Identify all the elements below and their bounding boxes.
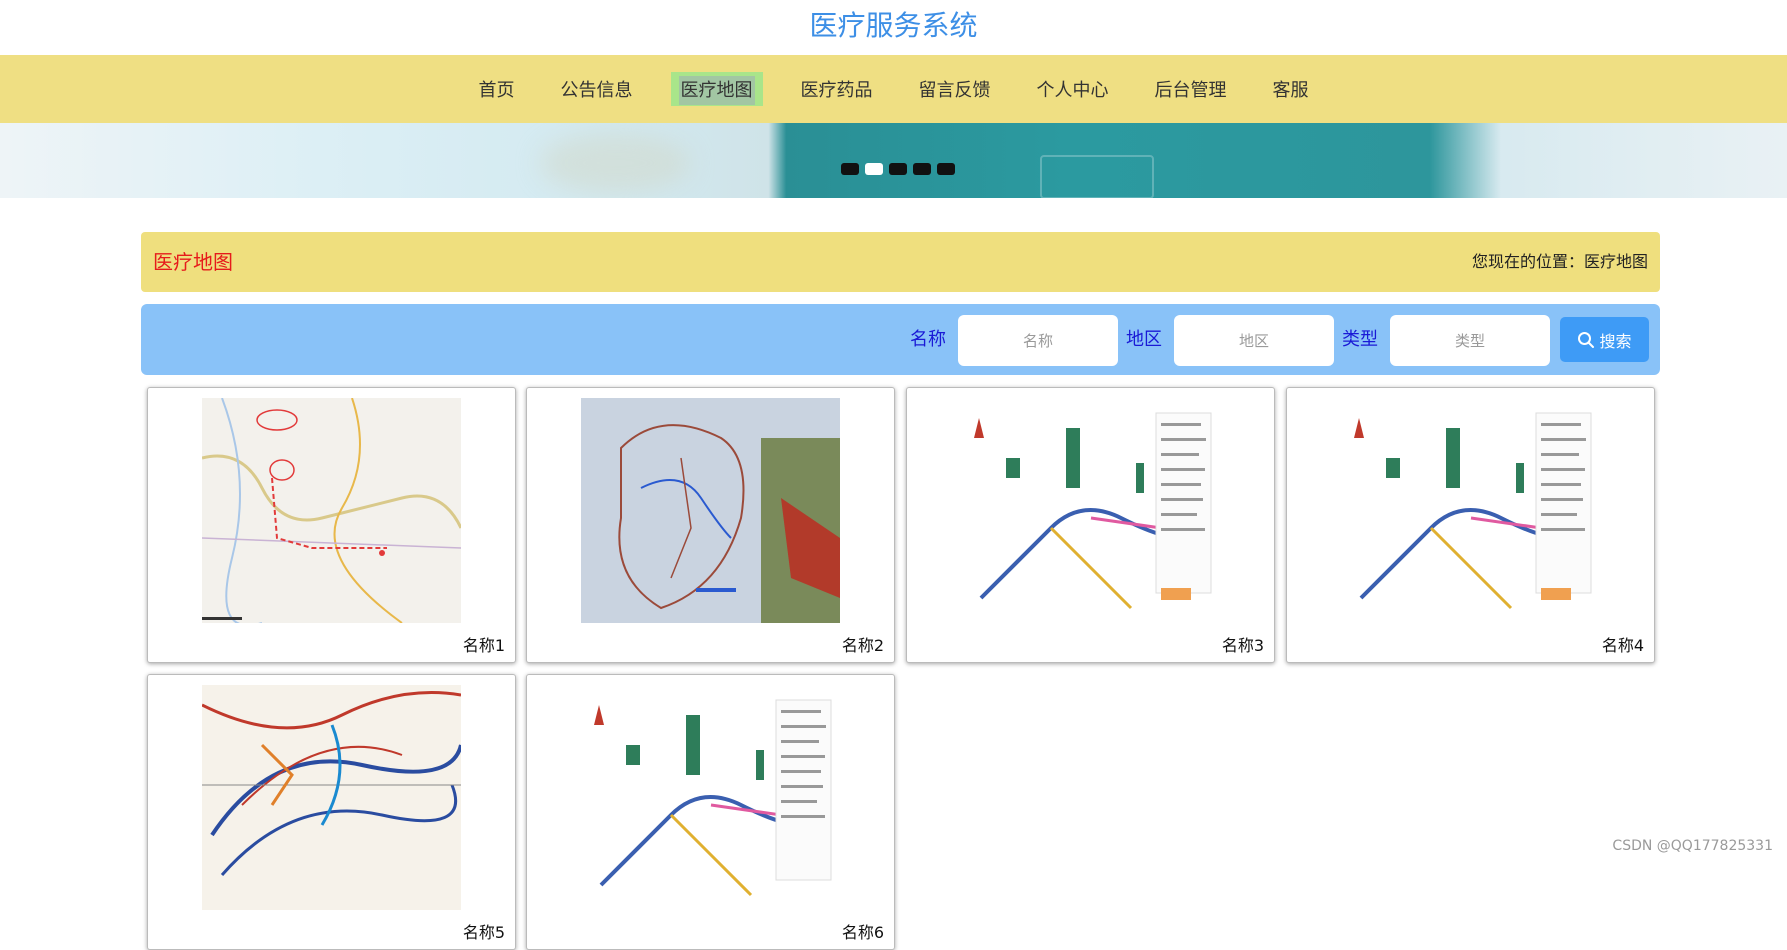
type-label: 类型 [1342,329,1378,350]
name-input[interactable] [958,315,1118,366]
nav-item-support[interactable]: 客服 [1265,72,1317,106]
nav-item-announcements[interactable]: 公告信息 [553,72,641,106]
breadcrumb-bar: 医疗地图 您现在的位置：医疗地图 [141,232,1660,292]
name-label: 名称 [910,329,946,350]
search-button-label: 搜索 [1599,331,1632,351]
carousel-dot-5[interactable] [937,163,955,175]
carousel-dot-3[interactable] [889,163,907,175]
map-card-name: 名称6 [841,923,884,942]
map-card-name: 名称1 [462,636,505,655]
carousel-dot-2[interactable] [865,163,883,175]
search-button[interactable]: 搜索 [1560,317,1649,362]
map-thumbnail [581,685,840,910]
banner-background-blur [540,133,690,193]
nav-item-medical-map[interactable]: 医疗地图 [670,72,763,106]
map-card-name: 名称3 [1221,636,1264,655]
map-card-name: 名称5 [462,923,505,942]
map-thumbnail [581,398,840,623]
nav-item-feedback[interactable]: 留言反馈 [911,72,999,106]
nav-item-label: 留言反馈 [918,80,991,101]
carousel-indicators [841,163,955,175]
map-card-name: 名称2 [841,636,884,655]
region-label: 地区 [1126,329,1162,350]
nav-item-label: 首页 [478,80,515,101]
banner-image-detail [1040,155,1154,198]
map-thumbnail [961,398,1220,623]
nav-item-label: 客服 [1272,80,1309,101]
nav-item-label: 医疗地图 [678,76,755,105]
main-nav: 首页 公告信息 医疗地图 医疗药品 留言反馈 个人中心 后台管理 客服 [0,55,1787,123]
map-card-name: 名称4 [1601,636,1644,655]
map-card[interactable]: 名称3 [906,387,1275,663]
nav-item-profile[interactable]: 个人中心 [1029,72,1117,106]
banner-carousel[interactable] [0,123,1787,198]
nav-item-admin[interactable]: 后台管理 [1147,72,1235,106]
carousel-dot-1[interactable] [841,163,859,175]
nav-item-home[interactable]: 首页 [471,72,523,106]
page-title: 医疗地图 [153,250,233,274]
watermark: CSDN @QQ177825331 [1612,838,1773,854]
map-card[interactable]: 名称4 [1286,387,1655,663]
search-icon [1578,331,1595,348]
nav-item-medicines[interactable]: 医疗药品 [793,72,881,106]
breadcrumb: 您现在的位置：医疗地图 [1471,252,1648,271]
nav-item-label: 个人中心 [1036,80,1109,101]
carousel-dot-4[interactable] [913,163,931,175]
map-thumbnail [1341,398,1600,623]
map-card[interactable]: 名称5 [147,674,516,950]
map-card[interactable]: 名称1 [147,387,516,663]
region-input[interactable] [1174,315,1334,366]
map-thumbnail [202,685,461,910]
map-thumbnail [202,398,461,623]
map-card[interactable]: 名称6 [526,674,895,950]
site-title: 医疗服务系统 [809,9,978,42]
nav-item-label: 医疗药品 [800,80,873,101]
nav-item-label: 后台管理 [1154,80,1227,101]
search-bar: 名称 地区 类型 搜索 [141,304,1660,375]
nav-item-label: 公告信息 [560,80,633,101]
type-input[interactable] [1390,315,1550,366]
map-card[interactable]: 名称2 [526,387,895,663]
